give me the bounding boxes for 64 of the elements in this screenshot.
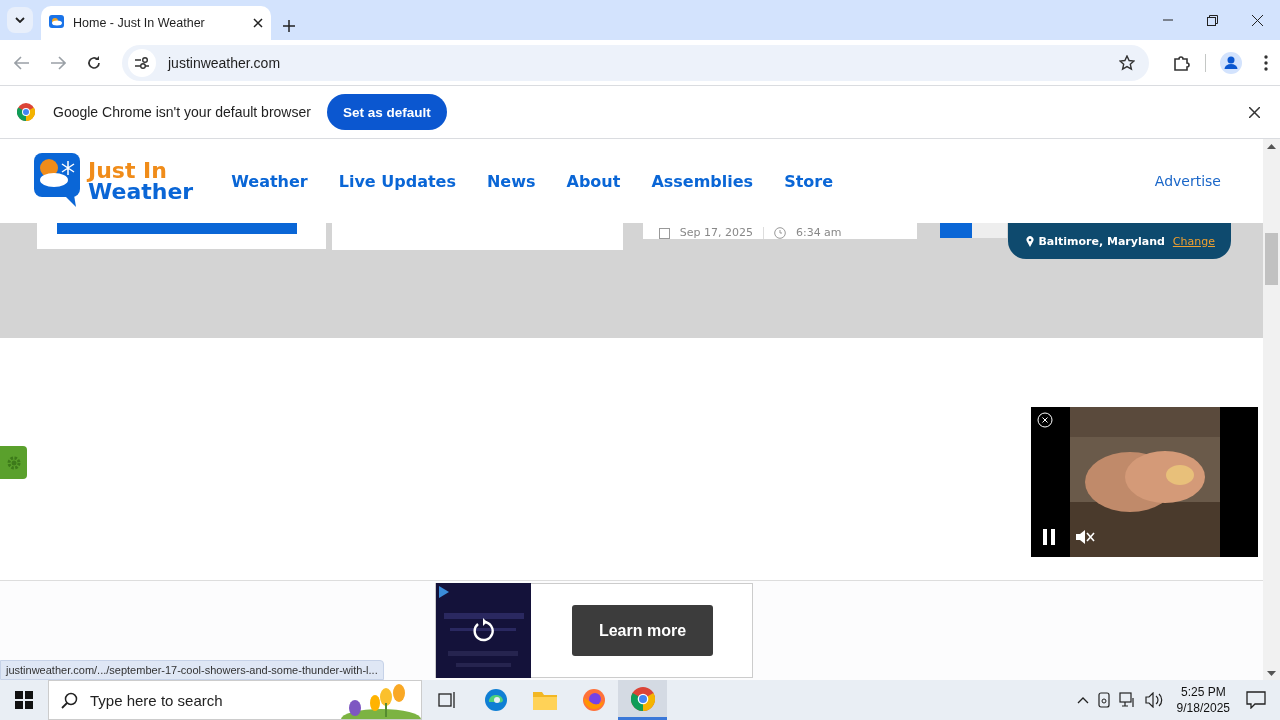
site-logo[interactable]: Just In Weather xyxy=(34,153,194,209)
article-card[interactable] xyxy=(37,223,327,249)
chevron-up-icon[interactable] xyxy=(1076,696,1089,704)
restore-icon[interactable] xyxy=(1207,14,1218,26)
learn-more-button[interactable]: Learn more xyxy=(572,605,713,656)
reload-icon[interactable] xyxy=(86,54,102,71)
advertise-link[interactable]: Advertise xyxy=(1154,173,1221,189)
firefox-icon[interactable] xyxy=(581,688,606,712)
extensions-icon[interactable] xyxy=(1173,53,1191,72)
video-ad[interactable] xyxy=(1031,407,1258,557)
address-bar[interactable]: justinweather.com xyxy=(122,44,1149,81)
notifications-icon[interactable] xyxy=(1246,691,1266,709)
post-date: Sep 17, 2025 xyxy=(679,227,753,239)
profile-icon[interactable] xyxy=(1220,51,1242,74)
mute-icon[interactable] xyxy=(1075,528,1095,546)
nav-link[interactable]: Weather xyxy=(231,171,308,191)
taskbar-search-field[interactable]: Type here to search xyxy=(48,680,422,720)
tab-title: Home - Just In Weather xyxy=(73,16,206,30)
post-time: 6:34 am xyxy=(795,227,842,239)
url-text: justinweather.com xyxy=(168,54,282,71)
new-tab-icon[interactable] xyxy=(283,20,295,32)
article-card[interactable]: Sep 17, 2025 6:34 am xyxy=(642,223,917,239)
status-url: justinweather.com/.../september-17-cool-showers-and-some-thunder-with-l... xyxy=(0,660,384,680)
nav-link[interactable]: Store xyxy=(784,171,834,191)
search-icon xyxy=(61,691,78,709)
scroll-up-icon[interactable] xyxy=(1267,143,1276,151)
bookmark-star-icon[interactable] xyxy=(1119,54,1135,71)
volume-icon[interactable] xyxy=(1144,692,1163,708)
replay-icon[interactable] xyxy=(472,617,496,642)
pause-icon[interactable] xyxy=(1043,529,1055,545)
article-card[interactable] xyxy=(939,223,1008,238)
nav-link[interactable]: About xyxy=(566,171,621,191)
nav-link[interactable]: Live Updates xyxy=(338,171,456,191)
change-location-link[interactable]: Change xyxy=(1172,234,1215,248)
tab-list-button[interactable] xyxy=(7,7,33,33)
back-icon[interactable] xyxy=(14,55,30,70)
location-name: Baltimore, Maryland xyxy=(1038,234,1165,248)
device-icon[interactable] xyxy=(1096,692,1111,708)
forward-icon[interactable] xyxy=(50,55,66,70)
network-icon[interactable] xyxy=(1118,692,1137,708)
set-default-button[interactable]: Set as default xyxy=(326,94,447,130)
clock-icon xyxy=(773,227,786,239)
map-pin-icon xyxy=(1026,235,1035,247)
chrome-icon[interactable] xyxy=(630,686,655,711)
banner-ad[interactable]: Learn more xyxy=(435,583,753,678)
close-icon[interactable] xyxy=(1249,106,1260,118)
taskbar-clock[interactable]: 5:25 PM 9/18/2025 xyxy=(1176,684,1230,716)
weather-icon xyxy=(49,15,65,31)
nav-link[interactable]: Assemblies xyxy=(651,171,754,191)
windows-start-icon[interactable] xyxy=(15,691,33,709)
browser-tab[interactable]: Home - Just In Weather xyxy=(41,6,271,40)
close-icon[interactable] xyxy=(253,18,263,28)
infobar-message: Google Chrome isn't your default browser xyxy=(53,104,311,120)
caret-icon[interactable] xyxy=(15,17,25,23)
calendar-icon xyxy=(658,228,670,239)
close-icon[interactable] xyxy=(1252,14,1263,26)
edge-browser-icon[interactable] xyxy=(483,688,508,712)
site-settings-icon[interactable] xyxy=(134,55,150,70)
menu-icon[interactable] xyxy=(1264,54,1268,71)
nav-link[interactable]: News xyxy=(486,171,536,191)
chrome-logo-icon xyxy=(17,103,35,121)
scrollbar-thumb[interactable] xyxy=(1265,233,1278,285)
task-view-icon[interactable] xyxy=(437,692,456,708)
scroll-down-icon[interactable] xyxy=(1267,669,1276,677)
